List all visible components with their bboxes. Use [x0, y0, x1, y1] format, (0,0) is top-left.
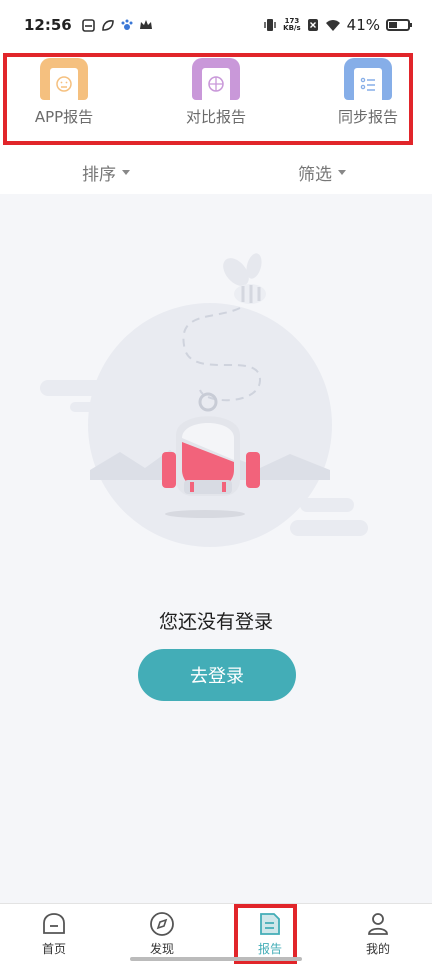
compass-icon — [108, 910, 216, 938]
face-neutral-icon — [40, 58, 88, 100]
tab-compare-report[interactable]: 对比报告 — [161, 58, 271, 127]
list-icon — [344, 58, 392, 100]
battery-level — [389, 22, 398, 28]
status-left: 12:56 — [24, 16, 153, 34]
network-speed: 173 KB/s — [283, 18, 300, 32]
tab-compare-report-label: 对比报告 — [185, 108, 246, 126]
report-type-tabs: APP报告 对比报告 同步报告 — [0, 50, 432, 146]
status-right: 173 KB/s 41% — [263, 16, 412, 34]
tab-app-report[interactable]: APP报告 — [9, 58, 119, 127]
paw-icon — [121, 19, 133, 30]
nav-item-home[interactable]: 首页 — [0, 910, 108, 957]
home-icon — [0, 910, 108, 938]
sort-dropdown[interactable]: 排序 — [82, 160, 130, 185]
crown-icon — [139, 20, 152, 29]
status-time: 12:56 — [24, 16, 72, 34]
caret-down-icon — [122, 170, 130, 175]
nav-profile-label: 我的 — [365, 942, 390, 956]
network-speed-unit: KB/s — [283, 24, 301, 32]
nav-discover-label: 发现 — [149, 942, 174, 956]
filter-label: 筛选 — [298, 165, 332, 185]
nav-home-label: 首页 — [41, 942, 66, 956]
profile-icon — [324, 910, 432, 938]
not-logged-in-message: 您还没有登录 — [158, 611, 273, 633]
filter-dropdown[interactable]: 筛选 — [298, 160, 346, 185]
crosshair-icon — [192, 58, 240, 100]
status-bar: 12:56 173 KB/s 41% — [0, 0, 432, 50]
highlight-outline — [234, 904, 297, 964]
nav-item-discover[interactable]: 发现 — [108, 910, 216, 957]
wifi-icon — [325, 19, 340, 31]
caret-down-icon — [338, 170, 346, 175]
sort-filter-bar: 排序 筛选 — [0, 146, 432, 194]
bottom-navigation: 首页 发现 报告 我的 — [0, 903, 432, 964]
leaf-icon — [101, 19, 114, 31]
notification-box-icon — [81, 18, 95, 32]
tab-sync-report-label: 同步报告 — [337, 108, 398, 126]
sim-off-icon — [307, 19, 318, 31]
vibrate-icon — [264, 19, 276, 31]
empty-state-illustration — [40, 253, 368, 547]
nav-item-profile[interactable]: 我的 — [324, 910, 432, 957]
login-button[interactable]: 去登录 — [138, 649, 296, 701]
sort-label: 排序 — [82, 165, 116, 185]
battery-icon — [386, 19, 412, 31]
home-indicator[interactable] — [130, 957, 302, 961]
tab-sync-report[interactable]: 同步报告 — [313, 58, 423, 127]
tab-app-report-label: APP报告 — [34, 108, 94, 126]
battery-percent: 41% — [346, 16, 380, 34]
